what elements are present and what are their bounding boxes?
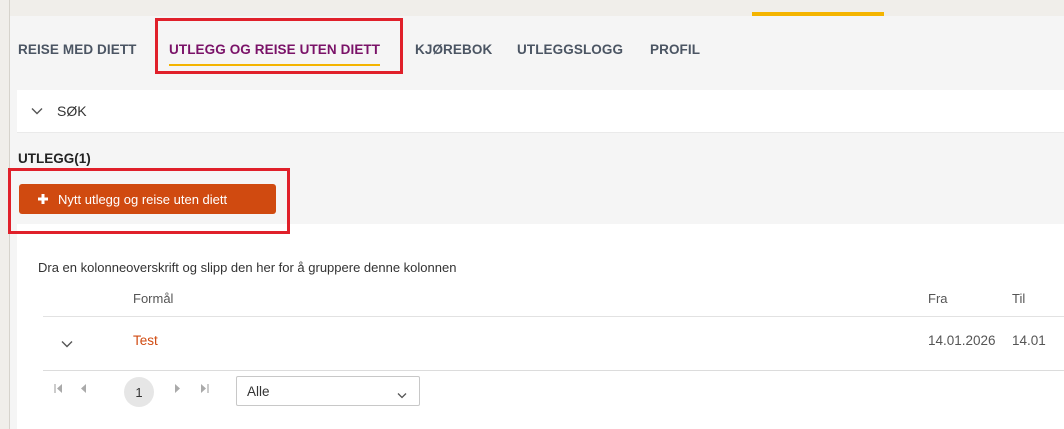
highlight-box-new-button <box>8 168 290 234</box>
expand-row-chevron-icon[interactable] <box>61 335 75 348</box>
row-fra-cell: 14.01.2026 <box>928 333 996 348</box>
row-divider <box>43 370 1064 371</box>
dropdown-chevron-icon <box>397 387 407 402</box>
page-size-value: Alle <box>247 383 270 399</box>
tab-reise-med-diett[interactable]: REISE MED DIETT <box>18 42 137 57</box>
column-header-fra[interactable]: Fra <box>928 291 948 306</box>
previous-page-icon[interactable] <box>80 384 87 395</box>
chevron-down-icon <box>31 103 57 119</box>
tab-profil[interactable]: PROFIL <box>650 42 700 57</box>
row-til-cell: 14.01 <box>1012 333 1046 348</box>
first-page-icon[interactable] <box>54 384 63 395</box>
row-formal-link[interactable]: Test <box>133 333 158 348</box>
search-panel-toggle[interactable]: SØK <box>17 90 1064 133</box>
highlight-box-active-tab <box>155 18 403 74</box>
expense-grid: Dra en kolonneoverskrift og slipp den he… <box>17 224 1064 429</box>
column-header-formal[interactable]: Formål <box>133 291 173 306</box>
group-drop-zone[interactable]: Dra en kolonneoverskrift og slipp den he… <box>38 260 456 275</box>
top-strip <box>10 0 1064 16</box>
page-size-select[interactable]: Alle <box>236 376 420 406</box>
page-number-button[interactable]: 1 <box>124 377 154 407</box>
tab-kjorebok[interactable]: KJØREBOK <box>415 42 492 57</box>
header-divider <box>43 316 1064 317</box>
last-page-icon[interactable] <box>200 384 209 395</box>
search-label: SØK <box>57 103 87 119</box>
section-title: UTLEGG(1) <box>18 151 91 166</box>
next-page-icon[interactable] <box>174 384 181 395</box>
column-header-til[interactable]: Til <box>1012 291 1025 306</box>
tab-utleggslogg[interactable]: UTLEGGSLOGG <box>517 42 623 57</box>
